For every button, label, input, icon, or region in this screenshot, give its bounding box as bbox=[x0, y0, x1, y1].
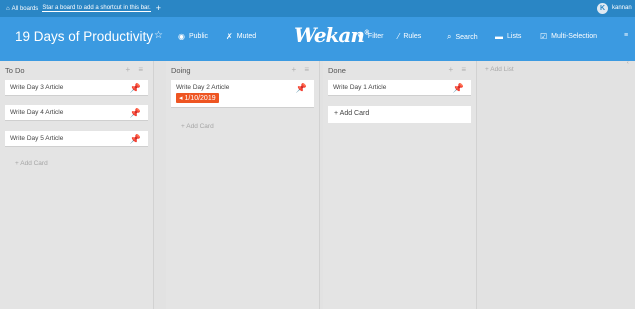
checkbox-icon: ☑ bbox=[540, 32, 548, 41]
star-hint: Star a board to add a shortcut in this b… bbox=[42, 5, 151, 12]
magic-wand-icon: ⁄ bbox=[398, 32, 400, 41]
card-title: Write Day 5 Article bbox=[10, 135, 64, 142]
board-title[interactable]: 19 Days of Productivity bbox=[15, 29, 153, 44]
lists-icon: ▬ bbox=[495, 32, 503, 41]
pin-icon: 📌 bbox=[129, 134, 141, 144]
board-menu-icon[interactable]: ≡ bbox=[624, 32, 628, 39]
rules-label: Rules bbox=[403, 33, 422, 40]
pin-icon: 📌 bbox=[295, 83, 307, 93]
list-title[interactable]: Doing bbox=[171, 66, 191, 75]
globe-icon: ◉ bbox=[178, 32, 185, 41]
public-label: Public bbox=[188, 33, 209, 40]
board-header: 19 Days of Productivity ☆ ◉ Public ✗ Mut… bbox=[0, 17, 635, 61]
card[interactable]: Write Day 1 Article 📌 bbox=[328, 80, 471, 96]
card-title: Write Day 1 Article bbox=[333, 84, 387, 91]
list-header: To Do + ≡ bbox=[0, 61, 154, 77]
pin-icon: 📌 bbox=[452, 83, 464, 93]
list-title[interactable]: Done bbox=[328, 66, 346, 75]
multi-selection-button[interactable]: ☑ Multi-Selection bbox=[540, 32, 597, 41]
add-board-plus-icon[interactable]: + bbox=[156, 4, 161, 13]
card-title: Write Day 2 Article bbox=[176, 84, 230, 91]
search-icon: ⌕ bbox=[447, 32, 452, 41]
filter-button[interactable]: ▼ Filter bbox=[356, 32, 383, 41]
card[interactable]: Write Day 4 Article 📌 bbox=[5, 105, 148, 121]
list-to-do: To Do + ≡ Write Day 3 Article 📌 Write Da… bbox=[0, 61, 154, 309]
pin-icon: 📌 bbox=[129, 83, 141, 93]
search-label: Search bbox=[455, 33, 478, 41]
filter-icon: ▼ bbox=[356, 32, 364, 41]
add-card-link[interactable]: + Add Card bbox=[15, 160, 48, 167]
card[interactable]: Write Day 2 Article ◂ 1/10/2019 📌 bbox=[171, 80, 314, 108]
list-header: Done + ≡ bbox=[323, 61, 477, 77]
multi-selection-label: Multi-Selection bbox=[551, 33, 598, 40]
due-date-badge[interactable]: ◂ 1/10/2019 bbox=[176, 93, 219, 103]
list-controls[interactable]: + ≡ bbox=[291, 65, 312, 74]
add-card-button[interactable]: + Add Card bbox=[328, 106, 471, 123]
list-controls[interactable]: + ≡ bbox=[125, 65, 146, 74]
list-doing: Doing + ≡ Write Day 2 Article ◂ 1/10/201… bbox=[166, 61, 320, 309]
sidebar-toggle-icon[interactable]: ‹ bbox=[627, 60, 629, 66]
lists-view-button[interactable]: ▬ Lists bbox=[495, 32, 521, 41]
list-done: Done + ≡ Write Day 1 Article 📌 + Add Car… bbox=[323, 61, 477, 309]
lists-label: Lists bbox=[507, 33, 522, 40]
public-button[interactable]: ◉ Public bbox=[178, 32, 208, 41]
logo-text: Wekan bbox=[294, 23, 365, 47]
username[interactable]: kannan bbox=[612, 5, 632, 11]
pin-icon: 📌 bbox=[129, 108, 141, 118]
all-boards-link[interactable]: ⌂ All boards bbox=[6, 6, 38, 12]
due-date: 1/10/2019 bbox=[184, 95, 216, 102]
home-icon: ⌂ bbox=[6, 5, 10, 12]
avatar[interactable]: K bbox=[597, 3, 608, 14]
rules-button[interactable]: ⁄ Rules bbox=[398, 32, 421, 41]
muted-button[interactable]: ✗ Muted bbox=[226, 32, 256, 41]
card-title: Write Day 3 Article bbox=[10, 84, 64, 91]
filter-label: Filter bbox=[367, 33, 384, 40]
star-icon[interactable]: ☆ bbox=[154, 30, 163, 41]
add-card-link[interactable]: + Add Card bbox=[181, 123, 214, 130]
list-controls[interactable]: + ≡ bbox=[448, 65, 469, 74]
board-lists: To Do + ≡ Write Day 3 Article 📌 Write Da… bbox=[0, 61, 635, 309]
add-list-link[interactable]: + Add List bbox=[485, 66, 514, 73]
list-title[interactable]: To Do bbox=[5, 66, 25, 75]
muted-label: Muted bbox=[236, 33, 257, 40]
top-bar: ⌂ All boards Star a board to add a short… bbox=[0, 0, 635, 17]
muted-bell-icon: ✗ bbox=[226, 32, 233, 41]
all-boards-label: All boards bbox=[11, 5, 39, 12]
card[interactable]: Write Day 5 Article 📌 bbox=[5, 131, 148, 147]
list-header: Doing + ≡ bbox=[166, 61, 320, 77]
card-title: Write Day 4 Article bbox=[10, 109, 64, 116]
card[interactable]: Write Day 3 Article 📌 bbox=[5, 80, 148, 96]
search-button[interactable]: ⌕ Search bbox=[447, 32, 478, 42]
